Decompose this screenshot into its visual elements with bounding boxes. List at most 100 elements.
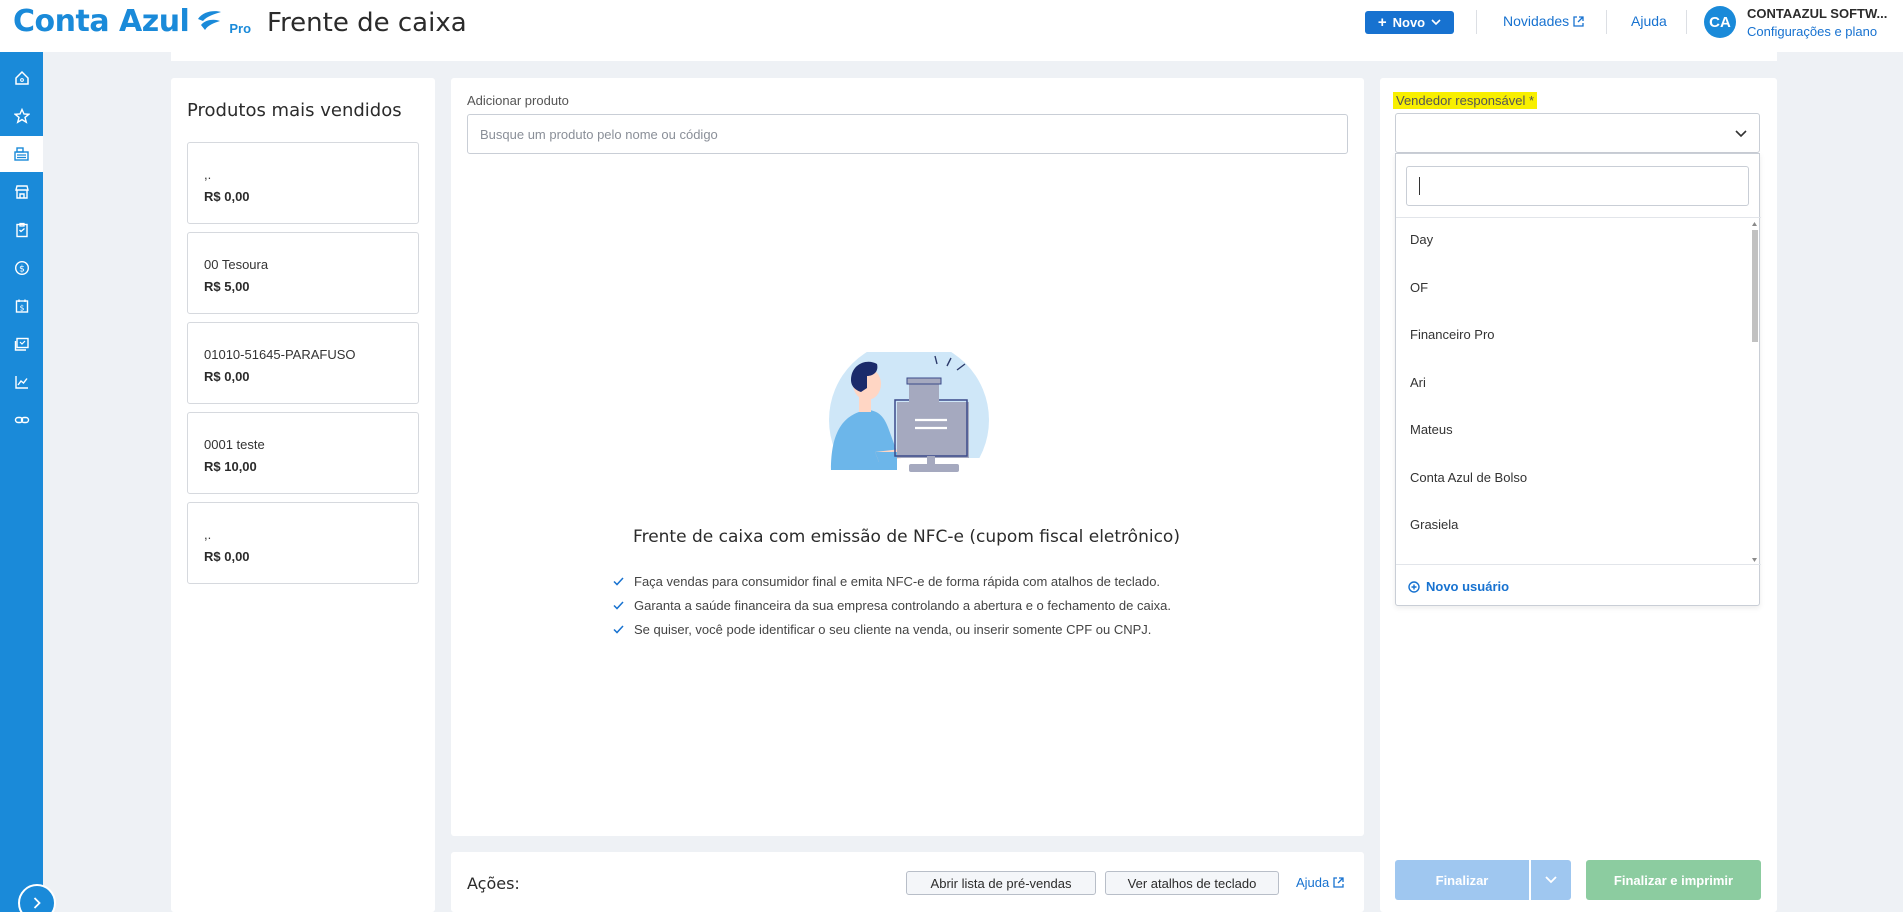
seller-option[interactable]: Ari: [1410, 375, 1426, 390]
top-products-title: Produtos mais vendidos: [187, 100, 402, 121]
page-title: Frente de caixa: [267, 8, 467, 38]
sidebar-item-services[interactable]: [0, 326, 43, 362]
sidebar-expand-button[interactable]: [18, 884, 56, 912]
seller-select[interactable]: [1395, 113, 1760, 153]
chart-line-icon: [14, 376, 28, 389]
seller-option[interactable]: Mateus: [1410, 422, 1453, 437]
chevron-down-icon: [1735, 130, 1747, 138]
logo-plan: Pro: [229, 21, 252, 36]
dollar-icon: $: [14, 260, 29, 276]
add-product-label: Adicionar produto: [467, 93, 569, 108]
calendar-dollar-icon: $: [15, 299, 28, 313]
header-divider: [1606, 10, 1607, 34]
actions-help-label: Ajuda: [1296, 875, 1330, 890]
seller-option[interactable]: OF: [1410, 280, 1428, 295]
chevron-down-icon: [1431, 19, 1441, 26]
finalize-button[interactable]: Finalizar: [1395, 860, 1529, 900]
chevron-right-icon: [33, 897, 41, 909]
product-card[interactable]: 0001 teste R$ 10,00: [187, 412, 419, 494]
sidebar-item-orders[interactable]: [0, 212, 43, 248]
new-button-label: Novo: [1392, 15, 1426, 30]
sidebar-item-home[interactable]: [0, 60, 43, 96]
new-user-button[interactable]: Novo usuário: [1408, 579, 1509, 594]
scrollbar-thumb[interactable]: [1752, 230, 1758, 342]
seller-option[interactable]: Financeiro Pro: [1410, 327, 1495, 342]
open-presales-button[interactable]: Abrir lista de pré-vendas: [906, 871, 1096, 895]
product-card[interactable]: 01010-51645-PARAFUSO R$ 0,00: [187, 322, 419, 404]
new-button[interactable]: + Novo: [1365, 11, 1454, 34]
help-link-label: Ajuda: [1631, 13, 1667, 29]
feature-bullet: Garanta a saúde financeira da sua empres…: [613, 598, 1171, 613]
seller-option[interactable]: Day: [1410, 232, 1433, 247]
main-panel: Adicionar produto Frente de caixa com em…: [451, 78, 1364, 836]
header-divider: [1686, 10, 1687, 34]
feature-bullet: Se quiser, você pode identificar o seu c…: [613, 622, 1151, 637]
external-link-icon: [1333, 877, 1344, 888]
actions-label: Ações:: [467, 874, 520, 893]
product-price: R$ 0,00: [204, 189, 250, 204]
external-link-icon: [1573, 15, 1584, 27]
finalize-options-button[interactable]: [1531, 860, 1571, 900]
empty-state-title: Frente de caixa com emissão de NFC-e (cu…: [633, 527, 1180, 547]
seller-option[interactable]: Grasiela: [1410, 517, 1458, 532]
receipt-icon: [14, 337, 29, 351]
product-card[interactable]: ,. R$ 0,00: [187, 142, 419, 224]
sidebar-item-cash-register[interactable]: [0, 136, 43, 172]
logo-text: Conta Azul: [13, 4, 190, 39]
company-name[interactable]: CONTAAZUL SOFTW...: [1747, 6, 1887, 21]
product-name: ,.: [204, 167, 212, 182]
top-header: Conta Azul Pro Frente de caixa + Novo No…: [0, 0, 1903, 52]
product-card[interactable]: 00 Tesoura R$ 5,00: [187, 232, 419, 314]
text-cursor: [1419, 177, 1420, 195]
sidebar-item-billing[interactable]: $: [0, 288, 43, 324]
feature-bullet-text: Garanta a saúde financeira da sua empres…: [634, 598, 1171, 613]
avatar[interactable]: CA: [1704, 6, 1736, 38]
store-icon: [14, 185, 29, 199]
cashier-illustration: [823, 352, 993, 472]
plus-circle-icon: [1408, 580, 1420, 593]
keyboard-shortcuts-button[interactable]: Ver atalhos de teclado: [1105, 871, 1279, 895]
svg-text:$: $: [19, 265, 25, 275]
product-price: R$ 5,00: [204, 279, 250, 294]
check-icon: [613, 577, 624, 586]
actions-panel: Ações: Abrir lista de pré-vendas Ver ata…: [451, 852, 1364, 912]
product-card[interactable]: ,. R$ 0,00: [187, 502, 419, 584]
product-name: 0001 teste: [204, 437, 265, 452]
product-price: R$ 0,00: [204, 369, 250, 384]
settings-plan-link[interactable]: Configurações e plano: [1747, 24, 1877, 39]
product-price: R$ 0,00: [204, 549, 250, 564]
seller-options-list: Day OF Financeiro Pro Ari Mateus Conta A…: [1396, 217, 1761, 565]
seller-option[interactable]: Conta Azul de Bolso: [1410, 470, 1527, 485]
sidebar-item-finance[interactable]: $: [0, 250, 43, 286]
sidebar-item-store[interactable]: [0, 174, 43, 210]
clipboard-icon: [15, 222, 28, 238]
sidebar-item-integrations[interactable]: [0, 402, 43, 438]
product-search-input[interactable]: [468, 115, 1347, 153]
seller-search-input[interactable]: [1407, 167, 1748, 205]
plus-icon: +: [1377, 14, 1387, 31]
product-price: R$ 10,00: [204, 459, 257, 474]
conta-azul-logo[interactable]: Conta Azul Pro: [13, 4, 251, 39]
help-link[interactable]: Ajuda: [1631, 13, 1667, 29]
new-user-label: Novo usuário: [1426, 579, 1510, 594]
news-link[interactable]: Novidades: [1503, 13, 1584, 29]
cash-register-icon: [14, 147, 29, 161]
top-products-panel: Produtos mais vendidos ,. R$ 0,00 00 Tes…: [171, 78, 435, 912]
seller-field-label: Vendedor responsável *: [1393, 92, 1538, 109]
sidebar-item-reports[interactable]: [0, 364, 43, 400]
top-strip: [171, 52, 1777, 61]
link-icon: [14, 416, 29, 424]
feature-bullet: Faça vendas para consumidor final e emit…: [613, 574, 1160, 589]
finalize-print-button[interactable]: Finalizar e imprimir: [1586, 860, 1761, 900]
sidebar-item-favorites[interactable]: [0, 98, 43, 134]
star-icon: [13, 108, 30, 124]
header-divider: [1476, 10, 1477, 34]
sidebar: $ $: [0, 52, 43, 912]
product-name: ,.: [204, 527, 212, 542]
home-icon: [14, 70, 29, 85]
seller-dropdown: Day OF Financeiro Pro Ari Mateus Conta A…: [1395, 153, 1761, 606]
svg-text:$: $: [19, 304, 24, 313]
add-product-field: [467, 114, 1348, 154]
actions-help-link[interactable]: Ajuda: [1296, 875, 1344, 890]
seller-search-field: [1406, 166, 1749, 206]
